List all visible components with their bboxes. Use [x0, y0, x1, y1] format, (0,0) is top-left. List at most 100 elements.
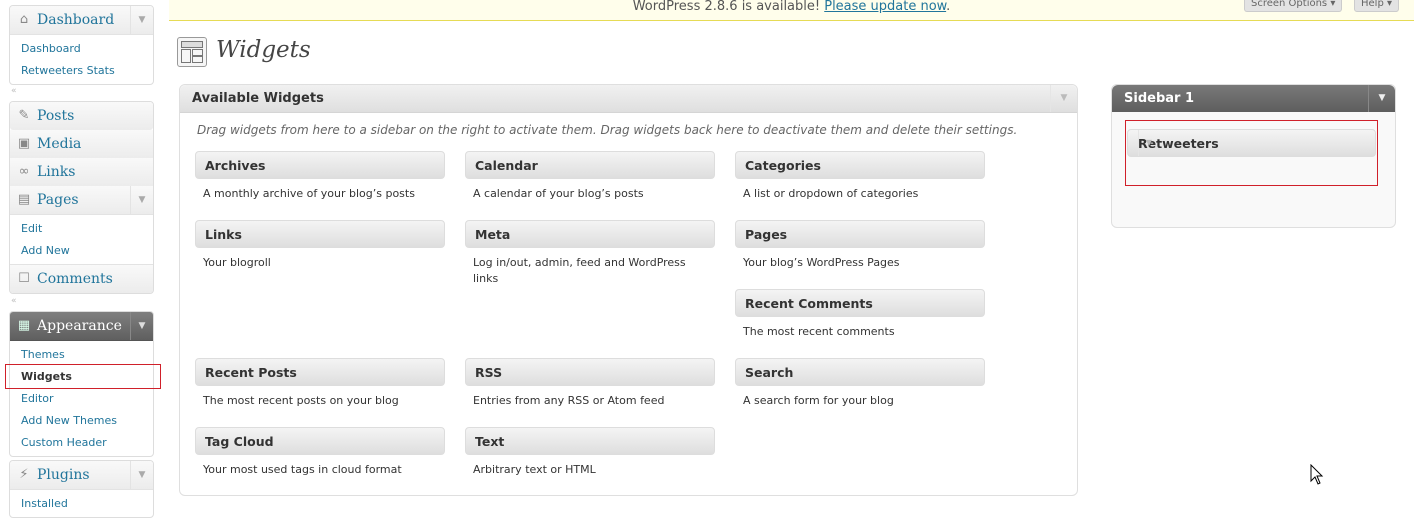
chevron-down-icon[interactable]: ▼ [130, 461, 153, 489]
menu-label-appearance: Appearance [37, 318, 122, 334]
submenu-appearance: Themes Widgets Editor Add New Themes Cus… [10, 341, 153, 456]
submenu-item-add-new-themes[interactable]: Add New Themes [10, 410, 153, 432]
mouse-cursor-icon [1310, 464, 1324, 485]
submenu-item-dashboard[interactable]: Dashboard [10, 38, 153, 60]
collapse-arrow-icon[interactable]: « [9, 85, 154, 98]
available-widgets-description: Drag widgets from here to a sidebar on t… [197, 123, 1018, 137]
chevron-down-icon[interactable]: ▼ [1050, 85, 1077, 112]
widget-recent-posts[interactable]: Recent Posts The most recent posts on yo… [195, 358, 445, 409]
chevron-down-icon[interactable]: ▼ [130, 6, 153, 34]
help-button[interactable]: Help ▾ [1354, 0, 1399, 12]
menu-top-comments[interactable]: ☐ Comments [10, 264, 153, 293]
chevron-down-icon[interactable]: ▼ [130, 312, 153, 340]
submenu-item-add-new[interactable]: Add New [10, 240, 153, 262]
widget-title: Recent Posts [205, 365, 297, 380]
widget-description: Your blogroll [203, 256, 271, 269]
widget-calendar[interactable]: Calendar A calendar of your blog’s posts [465, 151, 715, 202]
widget-description: A list or dropdown of categories [743, 187, 919, 200]
plugin-icon: ⚡ [19, 467, 29, 482]
widget-title: Links [205, 227, 242, 242]
submenu-plugins: Installed [10, 490, 153, 517]
widget-description: A search form for your blog [743, 394, 894, 407]
menu-top-media[interactable]: ▣ Media [10, 130, 153, 158]
submenu-item-installed[interactable]: Installed [10, 493, 153, 515]
widget-title: Meta [475, 227, 511, 242]
submenu-item-edit[interactable]: Edit [10, 218, 153, 240]
chevron-down-icon[interactable]: ▼ [1368, 85, 1395, 112]
pushpin-icon: ✎ [18, 108, 30, 123]
widget-description: Your most used tags in cloud format [203, 463, 402, 476]
widget-meta[interactable]: Meta Log in/out, admin, feed and WordPre… [465, 220, 715, 287]
widget-recent-comments[interactable]: Recent Comments The most recent comments [735, 289, 985, 340]
comment-icon: ☐ [18, 271, 30, 286]
widget-title: Categories [745, 158, 821, 173]
widget-description: Arbitrary text or HTML [473, 463, 596, 476]
home-icon: ⌂ [19, 12, 29, 27]
widget-text[interactable]: Text Arbitrary text or HTML [465, 427, 715, 478]
available-widgets-header: Available Widgets ▼ [180, 85, 1077, 113]
menu-group-content: ✎ Posts ▣ Media ∞ Links ▤ Pages ▼ Edit A… [9, 101, 154, 294]
menu-label-comments: Comments [37, 271, 113, 287]
submenu-item-themes[interactable]: Themes [10, 344, 153, 366]
widget-title: Calendar [475, 158, 538, 173]
menu-label-links: Links [37, 164, 76, 180]
menu-label-plugins: Plugins [37, 467, 90, 483]
menu-dashboard: ⌂ Dashboard ▼ Dashboard Retweeters Stats [9, 5, 154, 85]
appearance-icon: ▦ [17, 318, 31, 333]
menu-top-posts[interactable]: ✎ Posts [10, 102, 153, 130]
available-widgets-title: Available Widgets [192, 91, 324, 106]
submenu-item-retweeters-stats[interactable]: Retweeters Stats [10, 60, 153, 82]
widget-title: Recent Comments [745, 296, 873, 311]
admin-menu: ⌂ Dashboard ▼ Dashboard Retweeters Stats… [9, 0, 154, 518]
menu-top-links[interactable]: ∞ Links [10, 158, 153, 186]
widget-tag-cloud[interactable]: Tag Cloud Your most used tags in cloud f… [195, 427, 445, 478]
update-nag-text: WordPress 2.8.6 is available! [632, 0, 825, 14]
update-nag-suffix: . [946, 0, 951, 14]
widget-links[interactable]: Links Your blogroll [195, 220, 445, 271]
pages-icon: ▤ [17, 192, 31, 207]
widget-title: Text [475, 434, 505, 449]
widget-description: Entries from any RSS or Atom feed [473, 394, 665, 407]
update-now-link[interactable]: Please update now [824, 0, 946, 14]
widget-archives[interactable]: Archives A monthly archive of your blog’… [195, 151, 445, 202]
sidebar-1-header[interactable]: Sidebar 1 ▼ [1112, 85, 1395, 112]
submenu-item-editor[interactable]: Editor [10, 388, 153, 410]
widget-pages[interactable]: Pages Your blog’s WordPress Pages [735, 220, 985, 271]
widget-rss[interactable]: RSS Entries from any RSS or Atom feed [465, 358, 715, 409]
widget-description: The most recent comments [743, 325, 895, 338]
menu-top-plugins[interactable]: ⚡ Plugins ▼ [10, 461, 153, 490]
media-icon: ▣ [17, 136, 31, 151]
collapse-arrow-icon[interactable]: « [9, 295, 154, 308]
link-icon: ∞ [18, 164, 30, 179]
screen-options-button[interactable]: Screen Options ▾ [1244, 0, 1343, 12]
menu-label-dashboard: Dashboard [37, 12, 115, 28]
widget-description: Your blog’s WordPress Pages [743, 256, 900, 269]
widget-title: Archives [205, 158, 266, 173]
page-title: Widgets [216, 37, 311, 63]
menu-plugins: ⚡ Plugins ▼ Installed [9, 460, 154, 518]
submenu-dashboard: Dashboard Retweeters Stats [10, 35, 153, 84]
widget-categories[interactable]: Categories A list or dropdown of categor… [735, 151, 985, 202]
widget-search[interactable]: Search A search form for your blog [735, 358, 985, 409]
widget-description: A calendar of your blog’s posts [473, 187, 644, 200]
menu-label-media: Media [37, 136, 82, 152]
menu-top-dashboard[interactable]: ⌂ Dashboard ▼ [10, 6, 153, 35]
available-widgets-panel: Available Widgets ▼ Drag widgets from he… [179, 84, 1078, 496]
submenu-item-custom-header[interactable]: Custom Header [10, 432, 153, 454]
chevron-down-icon[interactable]: ▼ [130, 186, 153, 214]
widget-title: RSS [475, 365, 503, 380]
sidebar-1-title: Sidebar 1 [1124, 91, 1195, 106]
menu-top-pages[interactable]: ▤ Pages ▼ [10, 186, 153, 215]
menu-top-appearance[interactable]: ▦ Appearance ▼ [10, 312, 153, 341]
themes-icon [177, 37, 207, 67]
widget-description: Log in/out, admin, feed and WordPress li… [473, 256, 686, 285]
menu-label-pages: Pages [37, 192, 79, 208]
highlight-box-retweeters [1125, 120, 1378, 186]
widget-title: Tag Cloud [205, 434, 274, 449]
highlight-box-widgets-menu [5, 364, 161, 389]
widget-title: Pages [745, 227, 788, 242]
widget-title: Search [745, 365, 794, 380]
widget-description: The most recent posts on your blog [203, 394, 399, 407]
menu-label-posts: Posts [37, 108, 75, 124]
submenu-pages: Edit Add New [10, 215, 153, 264]
